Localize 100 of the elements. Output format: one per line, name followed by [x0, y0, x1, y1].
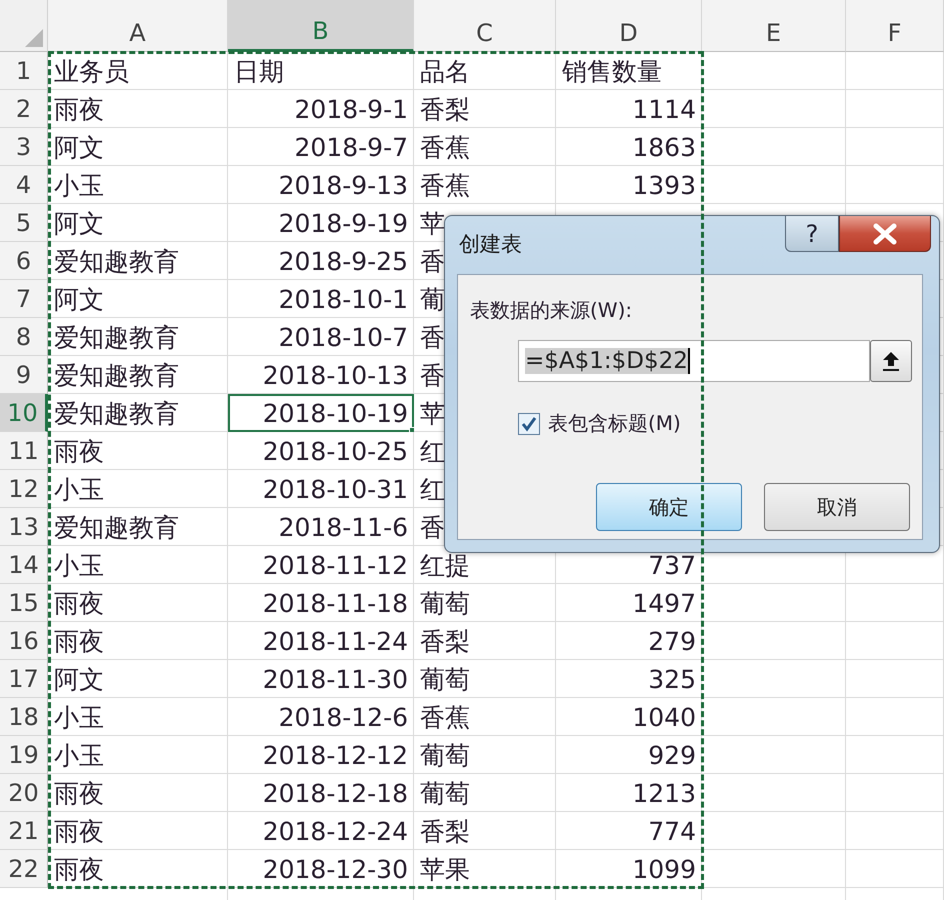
table-cell-text: 阿文	[53, 664, 105, 696]
table-cell-text: 爱知趣教育	[53, 398, 180, 430]
table-cell-text: 销售数量	[561, 56, 663, 88]
column-header[interactable]: B	[228, 0, 414, 52]
table-cell-text: 929	[647, 740, 697, 772]
row-header[interactable]: 1	[0, 52, 48, 90]
table-cell-text: 2018-9-25	[278, 246, 409, 278]
row-header[interactable]: 22	[0, 850, 48, 888]
table-cell-text: 葡萄	[419, 778, 471, 810]
table-cell-text: 香	[419, 512, 446, 544]
table-cell-text: 737	[647, 550, 697, 582]
row-header[interactable]: 14	[0, 546, 48, 584]
row-header[interactable]: 12	[0, 470, 48, 508]
table-cell-text: 香蕉	[419, 170, 471, 202]
row-header[interactable]: 16	[0, 622, 48, 660]
table-cell-text: 2018-12-6	[278, 702, 409, 734]
row-header[interactable]: 21	[0, 812, 48, 850]
table-cell-text: 1863	[631, 132, 697, 164]
table-cell-text: 品名	[419, 56, 471, 88]
checkmark-icon	[521, 416, 537, 432]
row-header[interactable]: 20	[0, 774, 48, 812]
row-header[interactable]: 3	[0, 128, 48, 166]
row-header[interactable]: 8	[0, 318, 48, 356]
row-header[interactable]: 19	[0, 736, 48, 774]
table-cell-text: 1497	[631, 588, 697, 620]
row-header[interactable]: 18	[0, 698, 48, 736]
table-cell-text: 爱知趣教育	[53, 322, 180, 354]
row-header[interactable]: 6	[0, 242, 48, 280]
table-cell-text: 雨夜	[53, 94, 105, 126]
table-cell-text: 2018-12-18	[262, 778, 409, 810]
table-cell-text: 苹	[419, 398, 446, 430]
table-cell-text: 雨夜	[53, 626, 105, 658]
table-cell-text: 2018-12-24	[262, 816, 409, 848]
row-header[interactable]: 7	[0, 280, 48, 318]
table-cell-text: 小玉	[53, 740, 105, 772]
close-button[interactable]	[839, 216, 931, 252]
source-label: 表数据的来源(W):	[470, 297, 632, 324]
table-cell-text: 774	[647, 816, 697, 848]
column-header[interactable]: C	[414, 0, 556, 52]
table-cell-text: 2018-10-7	[278, 322, 409, 354]
column-header[interactable]: F	[846, 0, 944, 52]
table-cell-text: 2018-11-6	[278, 512, 409, 544]
table-cell-text: 香梨	[419, 816, 471, 848]
range-input-field[interactable]: =$A$1:$D$22	[518, 340, 870, 382]
cancel-button[interactable]: 取消	[764, 483, 910, 531]
table-cell-text: 1393	[631, 170, 697, 202]
table-cell-text: 2018-11-24	[262, 626, 409, 658]
row-header[interactable]: 15	[0, 584, 48, 622]
table-cell-text: 雨夜	[53, 588, 105, 620]
help-button[interactable]: ?	[785, 216, 839, 252]
table-cell-text: 日期	[233, 56, 285, 88]
table-cell-text: 阿文	[53, 132, 105, 164]
table-cell-text: 2018-9-13	[278, 170, 409, 202]
table-cell-text: 红提	[419, 550, 471, 582]
table-cell-text: 香梨	[419, 94, 471, 126]
row-header[interactable]: 10	[0, 394, 48, 432]
table-cell-text: 2018-10-31	[262, 474, 409, 506]
table-cell-text: 2018-12-30	[262, 854, 409, 886]
collapse-button[interactable]	[870, 340, 912, 382]
table-cell-text: 阿文	[53, 208, 105, 240]
table-cell-text: 葡萄	[419, 740, 471, 772]
row-header[interactable]: 4	[0, 166, 48, 204]
dialog-title: 创建表	[459, 231, 522, 258]
table-cell-text: 小玉	[53, 550, 105, 582]
table-cell-text: 阿文	[53, 284, 105, 316]
table-cell-text: 2018-12-12	[262, 740, 409, 772]
table-cell-text: 香蕉	[419, 132, 471, 164]
corner-triangle-icon	[25, 29, 43, 47]
table-cell-text: 雨夜	[53, 436, 105, 468]
table-cell-text: 2018-11-12	[262, 550, 409, 582]
table-cell-text: 1213	[631, 778, 697, 810]
table-cell-text: 2018-10-13	[262, 360, 409, 392]
row-header[interactable]: 13	[0, 508, 48, 546]
table-cell-text: 2018-9-1	[294, 94, 409, 126]
row-header[interactable]: 2	[0, 90, 48, 128]
table-cell-text: 2018-9-19	[278, 208, 409, 240]
table-cell-text: 爱知趣教育	[53, 246, 180, 278]
column-header[interactable]: A	[48, 0, 228, 52]
row-header[interactable]: 5	[0, 204, 48, 242]
column-header[interactable]: E	[702, 0, 846, 52]
table-cell-text: 2018-11-18	[262, 588, 409, 620]
table-cell-text: 香	[419, 322, 446, 354]
headers-checkbox[interactable]	[518, 412, 540, 434]
table-cell-text: 279	[647, 626, 697, 658]
row-header[interactable]: 11	[0, 432, 48, 470]
table-cell-text: 2018-9-7	[294, 132, 409, 164]
table-cell-text: 业务员	[53, 56, 130, 88]
table-cell-text: 雨夜	[53, 778, 105, 810]
table-cell-text: 苹	[419, 208, 446, 240]
row-header[interactable]: 17	[0, 660, 48, 698]
table-cell-text: 雨夜	[53, 816, 105, 848]
checkbox-label: 表包含标题(M)	[548, 410, 681, 437]
row-header[interactable]: 9	[0, 356, 48, 394]
up-arrow-icon	[881, 350, 901, 372]
table-cell-text: 1040	[631, 702, 697, 734]
table-cell-text: 葡	[419, 284, 446, 316]
column-header[interactable]: D	[556, 0, 702, 52]
table-cell-text: 葡萄	[419, 588, 471, 620]
ok-button[interactable]: 确定	[596, 483, 742, 531]
table-cell-text: 2018-10-25	[262, 436, 409, 468]
